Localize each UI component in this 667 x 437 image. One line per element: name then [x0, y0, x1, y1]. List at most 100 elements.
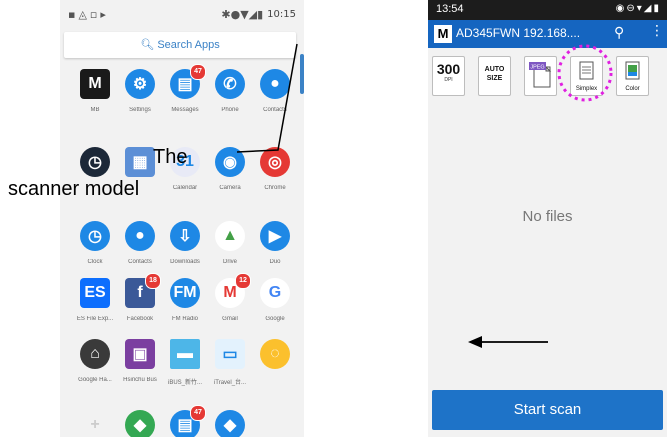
facebook-icon: f 18 — [125, 273, 161, 308]
app-camera[interactable]: ◉ Camera — [208, 147, 252, 191]
app-label: Downloads — [170, 259, 200, 265]
google-icon: G — [260, 278, 290, 308]
app-label: Facebook — [126, 316, 154, 322]
app-duo[interactable]: ▶ Duo — [253, 221, 297, 265]
mail-icon: M 12 — [215, 273, 251, 308]
start-scan-button[interactable]: Start scan — [432, 390, 663, 430]
app-google[interactable]: G Google — [253, 278, 297, 322]
format-label: JPEG — [530, 65, 544, 71]
camera-icon: ◉ — [215, 147, 245, 177]
app-gmail[interactable]: M 12 Gmail — [208, 273, 252, 322]
search-apps-input[interactable]: 🔍︎ Search Apps — [64, 32, 296, 58]
app-label: Contacts — [128, 259, 152, 265]
app-messenger[interactable]: ◆ — [208, 410, 252, 437]
message-icon: ▤ 47 — [170, 405, 206, 437]
annotation-line-1: The — [153, 146, 188, 168]
app-label: Messages — [171, 107, 199, 113]
app-label: Contacts — [263, 107, 287, 113]
right-phone-screen: 13:54 ◉⊖▾◢▮ M AD345FWN 192.168.... ⚲ ⋮ 3… — [428, 0, 667, 437]
app-logo: M — [434, 25, 452, 43]
app-label: iBUS_新竹... — [167, 380, 202, 386]
folder-icon: ES — [80, 278, 110, 308]
download-icon: ⇩ — [170, 221, 200, 251]
search-icon: 🔍︎ — [140, 39, 155, 51]
contact-icon: ● — [125, 221, 155, 251]
app-label: Settings — [129, 107, 151, 113]
app-message[interactable]: ▤ 47 — [163, 405, 207, 437]
empty-state-text: No files — [522, 208, 573, 225]
app-hsinchu-bus[interactable]: ▣ Hsinchu Bus — [118, 339, 162, 383]
notification-badge: 12 — [235, 273, 251, 289]
app-settings[interactable]: ⚙ Settings — [118, 69, 162, 113]
scan-settings-toolbar: 300 DPI AUTO SIZE JPEG Simplex Color — [428, 48, 667, 102]
scanner-model-title[interactable]: AD345FWN 192.168.... — [456, 26, 580, 40]
home-icon: ⌂ — [80, 339, 110, 369]
app-drive[interactable]: ▲ Drive — [208, 221, 252, 265]
dpi-value: 300 — [436, 61, 461, 77]
app-label: ES File Exp... — [76, 316, 114, 322]
color-page-icon — [625, 61, 640, 80]
app-es-file-exp[interactable]: ES ES File Exp... — [73, 278, 117, 322]
bus-icon: ▣ — [125, 339, 155, 369]
scrollbar-thumb[interactable] — [300, 54, 304, 94]
search-icon[interactable]: ⚲ — [614, 24, 624, 41]
auto-size-label: AUTO SIZE — [484, 66, 505, 82]
app-contacts[interactable]: ● Contacts — [118, 221, 162, 265]
status-icons: ✱●▼◢▮ 10:15 — [221, 8, 296, 21]
signal-icons: ◉⊖▾◢▮ — [615, 3, 661, 14]
app-chrome[interactable]: ◎ Chrome — [253, 147, 297, 191]
puzzle-icon: ▦ — [125, 147, 155, 177]
color-mode-button[interactable]: Color — [616, 56, 649, 96]
signal-icons: ✱●▼◢▮ — [221, 8, 264, 21]
file-format-button[interactable]: JPEG — [524, 56, 557, 96]
simplex-page-icon — [579, 61, 594, 80]
app-bulb[interactable]: ◌ — [253, 339, 297, 377]
overflow-menu-icon[interactable]: ⋮ — [650, 23, 664, 39]
app-contacts[interactable]: ● Contacts — [253, 69, 297, 113]
status-bar: 13:54 ◉⊖▾◢▮ — [428, 0, 667, 20]
contact-icon: ● — [260, 69, 290, 99]
notification-badge: 18 — [145, 273, 161, 289]
app-downloads[interactable]: ⇩ Downloads — [163, 221, 207, 265]
app-label: Clock — [87, 259, 103, 265]
annotation-line-2: scanner model — [8, 178, 140, 200]
app-maps[interactable]: ◆ — [118, 410, 162, 437]
app-mb[interactable]: M MB — [73, 69, 117, 113]
app-label: Google — [265, 316, 285, 322]
app-ibus[interactable]: ▬ iBUS_新竹... — [163, 339, 207, 386]
app-facebook[interactable]: f 18 Facebook — [118, 273, 162, 322]
chrome-icon: ◎ — [260, 147, 290, 177]
app-messages[interactable]: ▤ 47 Messages — [163, 64, 207, 113]
app-google-ha[interactable]: ⌂ Google Ha... — [73, 339, 117, 383]
app-label: Calendar — [172, 185, 198, 191]
clock-icon: ◷ — [80, 221, 110, 251]
simplex-button[interactable]: Simplex — [570, 56, 603, 96]
app-label: MB — [90, 107, 100, 113]
radio-icon: FM — [170, 278, 200, 308]
notification-badge: 47 — [190, 64, 206, 80]
plus-icon: + — [80, 410, 110, 437]
left-phone-screen: ▪◬▫▸ ✱●▼◢▮ 10:15 🔍︎ Search Apps M MB ⚙ Sett… — [60, 0, 304, 437]
paper-size-button[interactable]: AUTO SIZE — [478, 56, 511, 96]
app-label: FM Radio — [171, 316, 198, 322]
app-itravel[interactable]: ▭ iTravel_台... — [208, 339, 252, 386]
app-phone[interactable]: ✆ Phone — [208, 69, 252, 113]
message-icon: ▤ 47 — [170, 64, 206, 99]
bulb-icon: ◌ — [260, 339, 290, 369]
notification-icons: ▪◬▫▸ — [68, 8, 109, 21]
app-label: Camera — [219, 185, 241, 191]
jpeg-file-icon: JPEG — [529, 62, 552, 88]
app-fm-radio[interactable]: FM FM Radio — [163, 278, 207, 322]
drive-icon: ▲ — [215, 221, 245, 251]
start-scan-label: Start scan — [513, 401, 582, 418]
maps-icon: ◆ — [125, 410, 155, 437]
dpi-unit: DPI — [444, 77, 453, 83]
app-plus[interactable]: + — [73, 410, 117, 437]
app-clock[interactable]: ◷ Clock — [73, 221, 117, 265]
resolution-button[interactable]: 300 DPI — [432, 56, 465, 96]
app-label: Gmail — [222, 316, 238, 322]
app-label: Hsinchu Bus — [123, 377, 157, 383]
app-label: iTravel_台... — [213, 380, 247, 386]
app-label: Drive — [222, 259, 237, 265]
status-bar: ▪◬▫▸ ✱●▼◢▮ 10:15 — [60, 0, 304, 30]
